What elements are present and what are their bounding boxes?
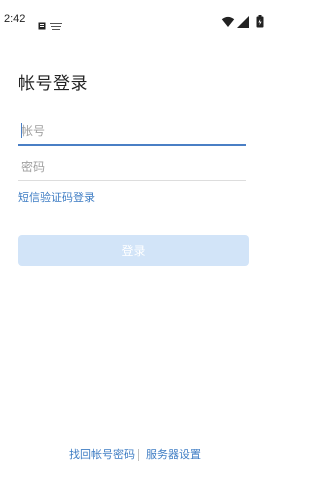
password-input[interactable] [18, 153, 246, 181]
account-input[interactable] [18, 117, 246, 145]
status-bar: 2:42 [0, 0, 270, 30]
signal-icon [237, 13, 249, 28]
status-time: 2:42 [4, 13, 26, 25]
notification-b-icon [50, 15, 62, 30]
footer-links: 找回帐号密码 服务器设置 [0, 447, 270, 465]
status-right-icons [204, 13, 264, 28]
wifi-icon [221, 13, 235, 27]
login-button[interactable]: 登录 [18, 235, 249, 266]
password-field[interactable] [18, 153, 246, 181]
footer-divider [138, 449, 139, 461]
battery-icon [256, 13, 264, 28]
password-field-underline [18, 180, 246, 181]
page-title: 帐号登录 [18, 74, 88, 94]
account-field-underline [18, 144, 246, 146]
server-settings-link[interactable]: 服务器设置 [146, 447, 201, 463]
login-screen: 2:42 帐号登录 帐号 短信验证码登录 登录 找回帐号密码 服务器设置 [0, 0, 270, 480]
sms-login-link[interactable]: 短信验证码登录 [18, 190, 95, 206]
account-field[interactable] [18, 117, 246, 146]
notification-a-icon [38, 15, 46, 30]
text-cursor [21, 123, 22, 138]
find-account-password-link[interactable]: 找回帐号密码 [69, 447, 135, 463]
